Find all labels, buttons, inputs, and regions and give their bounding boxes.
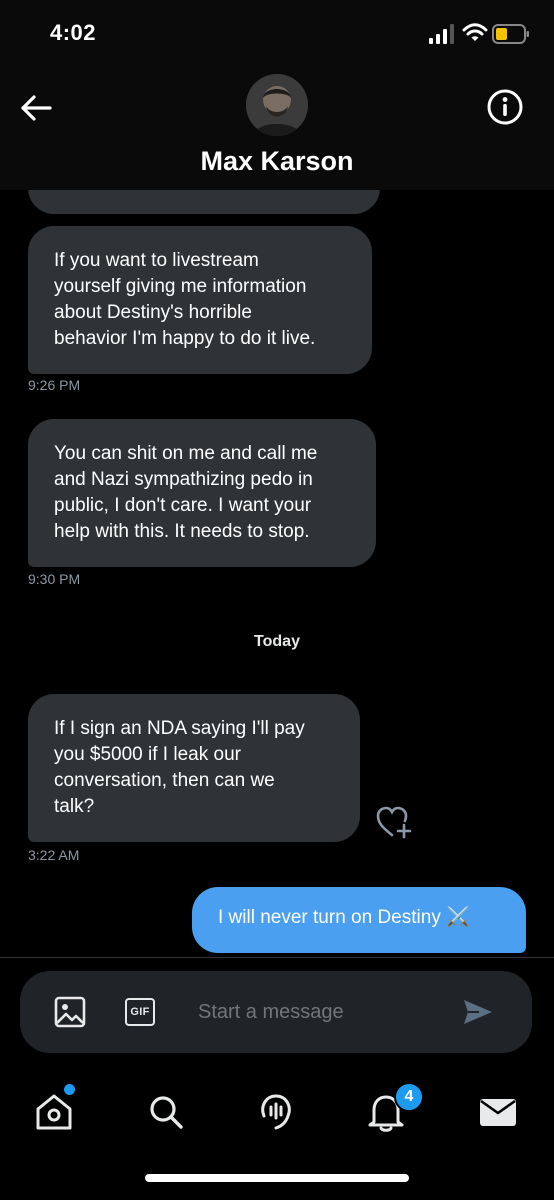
home-notification-dot [62, 1082, 77, 1097]
arrow-left-icon [21, 95, 52, 121]
message-bubble[interactable]: If I sign an NDA saying I'll pay you $50… [28, 694, 360, 842]
conversation-info-button[interactable] [484, 86, 526, 128]
info-circle-icon [487, 89, 523, 125]
conversation-header: 4:02 Max Karson [0, 0, 554, 190]
message-bubble-previous [28, 190, 380, 214]
send-icon [464, 1000, 492, 1024]
add-reaction-button[interactable] [374, 802, 414, 842]
send-button[interactable] [458, 992, 498, 1032]
wifi-icon [462, 23, 488, 41]
home-indicator [145, 1174, 409, 1182]
day-separator: Today [254, 633, 300, 650]
signal-icon [429, 24, 454, 44]
image-icon [54, 996, 86, 1028]
message-timestamp: 9:26 PM [28, 377, 81, 393]
gif-icon: GIF [125, 998, 155, 1026]
message-thread[interactable]: If you want to livestream yourself givin… [0, 190, 554, 958]
message-text: If you want to livestream yourself givin… [54, 250, 316, 349]
message-input[interactable] [198, 997, 448, 1027]
tab-home[interactable] [26, 1082, 82, 1140]
contact-name[interactable]: Max Karson [0, 146, 554, 177]
add-image-button[interactable] [50, 992, 90, 1032]
message-text: You can shit on me and call me and Nazi … [54, 443, 318, 542]
add-gif-button[interactable]: GIF [120, 992, 160, 1032]
tab-spaces[interactable] [248, 1084, 304, 1140]
avatar-image [246, 74, 308, 136]
message-bubble[interactable]: If you want to livestream yourself givin… [28, 226, 372, 374]
heart-plus-icon [376, 806, 412, 839]
search-icon [150, 1096, 183, 1129]
home-icon [36, 1094, 72, 1130]
contact-avatar[interactable] [246, 74, 308, 136]
back-button[interactable] [16, 88, 56, 128]
gif-label: GIF [130, 1006, 150, 1018]
bottom-tab-bar: 4 [0, 1066, 554, 1200]
message-bubble-outgoing[interactable]: I will never turn on Destiny ⚔️ [192, 887, 526, 953]
notification-count-badge: 4 [394, 1082, 424, 1112]
message-composer: GIF [20, 971, 532, 1053]
message-timestamp: 3:22 AM [28, 847, 80, 863]
status-bar: 4:02 [0, 0, 554, 70]
mail-icon [480, 1099, 516, 1126]
message-text: If I sign an NDA saying I'll pay you $50… [54, 718, 305, 817]
message-bubble[interactable]: You can shit on me and call me and Nazi … [28, 419, 376, 567]
composer-divider [0, 957, 554, 958]
message-text: I will never turn on Destiny ⚔️ [218, 907, 470, 928]
status-time: 4:02 [50, 20, 97, 45]
spaces-icon [261, 1094, 291, 1130]
tab-messages[interactable] [470, 1084, 526, 1140]
message-timestamp: 9:30 PM [28, 571, 81, 587]
tab-search[interactable] [138, 1084, 194, 1140]
battery-icon [492, 24, 529, 44]
